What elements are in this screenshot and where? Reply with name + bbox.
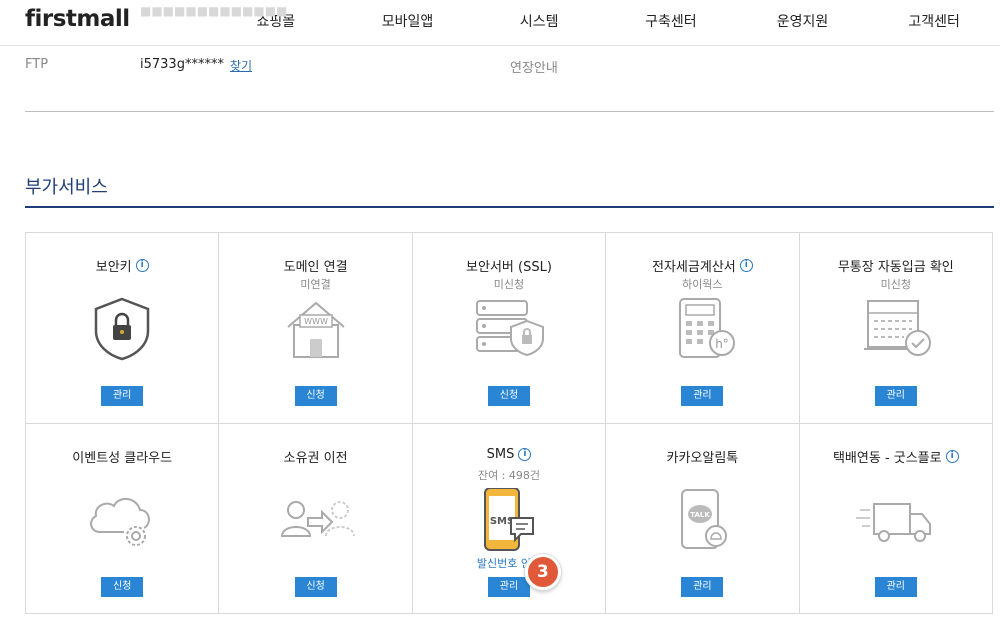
manage-button[interactable]: 관리 xyxy=(681,576,724,597)
manage-button[interactable]: 관리 xyxy=(874,576,917,597)
card-title: SMS xyxy=(486,446,515,462)
step-badge: 3 xyxy=(524,553,561,590)
svg-text:WWW: WWW xyxy=(304,317,328,326)
service-card-delivery: 택배연동 - 굿스플로 i 관리 xyxy=(799,423,993,614)
card-title: 보안키 xyxy=(95,260,132,275)
sms-phone-icon: SMS xyxy=(483,487,534,551)
manage-button[interactable]: 관리 xyxy=(101,386,144,406)
service-card-domain: 도메인 연결 미연결 WWW 신청 xyxy=(219,233,413,424)
apply-button[interactable]: 신청 xyxy=(487,386,530,406)
service-card-security-key: 보안키 i 관리 xyxy=(26,233,220,424)
nav-item-operation-support[interactable]: 운영지원 xyxy=(737,0,869,46)
card-title: 택배연동 - 굿스플로 xyxy=(832,450,942,466)
info-icon[interactable]: i xyxy=(518,447,532,461)
card-provider: 하이웍스 xyxy=(682,278,723,291)
brand-logo[interactable]: firstmall xyxy=(25,6,130,32)
calculator-icon: h° xyxy=(679,298,736,358)
card-title: 카카오알림톡 xyxy=(666,450,739,466)
ftp-find-link[interactable]: 찾기 xyxy=(230,57,252,74)
info-icon[interactable]: i xyxy=(135,259,149,272)
manage-button[interactable]: 관리 xyxy=(874,386,917,406)
sender-verify-link[interactable]: 발신번호 인증 xyxy=(413,555,605,571)
main-nav: 쇼핑몰 모바일앱 시스템 구축센터 운영지원 고객센터 xyxy=(210,0,1000,46)
card-title: 도메인 연결 xyxy=(283,260,348,275)
apply-button[interactable]: 신청 xyxy=(294,576,337,597)
ftp-value: i5733g****** xyxy=(140,57,224,72)
nav-item-customer-center[interactable]: 고객센터 xyxy=(868,0,1000,46)
card-status: 미신청 xyxy=(880,278,911,291)
manage-button[interactable]: 관리 xyxy=(487,576,530,597)
ftp-label: FTP xyxy=(25,57,49,72)
nav-item-shoppingmall[interactable]: 쇼핑몰 xyxy=(210,0,342,46)
nav-item-build-center[interactable]: 구축센터 xyxy=(605,0,737,46)
service-card-auto-deposit: 무통장 자동입금 확인 미신청 관리 xyxy=(799,233,993,424)
top-header: firstmall 쇼핑몰 모바일앱 시스템 구축센터 운영지원 고객센터 xyxy=(0,0,1000,46)
card-status: 미신청 xyxy=(493,278,525,291)
service-card-event-cloud: 이벤트성 클라우드 신청 xyxy=(26,423,220,614)
extension-label: 연장안내 xyxy=(510,61,558,76)
server-shield-icon xyxy=(475,300,544,357)
user-transfer-icon xyxy=(280,500,355,537)
service-grid: 보안키 i 관리 도메인 연결 미연결 WWW 신청 보안서버 (SSL) 미신… xyxy=(25,232,993,614)
svg-text:TALK: TALK xyxy=(691,511,711,519)
card-status: 미연결 xyxy=(300,278,331,291)
service-card-tax-invoice: 전자세금계산서 i 하이웍스 h° 관리 xyxy=(606,233,800,424)
service-card-ownership-transfer: 소유권 이전 신청 xyxy=(219,423,413,614)
apply-button[interactable]: 신청 xyxy=(294,386,337,406)
card-title: 전자세금계산서 xyxy=(652,260,736,275)
card-title: 무통장 자동입금 확인 xyxy=(837,260,954,275)
card-title: 보안서버 (SSL) xyxy=(466,260,552,275)
info-icon[interactable]: i xyxy=(945,449,959,463)
shield-lock-icon xyxy=(94,297,150,361)
apply-button[interactable]: 신청 xyxy=(101,576,144,597)
nav-item-system[interactable]: 시스템 xyxy=(473,0,605,46)
section-title: 부가서비스 xyxy=(25,177,108,198)
card-title: 소유권 이전 xyxy=(283,450,348,466)
nav-item-mobileapp[interactable]: 모바일앱 xyxy=(342,0,474,46)
sms-remaining: 잔여 : 498건 xyxy=(477,468,541,482)
card-title: 이벤트성 클라우드 xyxy=(72,450,173,466)
cloud-gear-icon xyxy=(90,497,151,546)
service-card-kakao: 카카오알림톡 TALK 관리 xyxy=(606,423,800,614)
manage-button[interactable]: 관리 xyxy=(681,386,724,406)
delivery-truck-icon xyxy=(855,502,931,542)
bankbook-check-icon xyxy=(863,300,931,356)
service-card-sms: SMS i 잔여 : 498건 SMS 발신번호 인증 관리 3 xyxy=(412,423,607,614)
service-card-ssl: 보안서버 (SSL) 미신청 신청 xyxy=(412,233,607,424)
divider xyxy=(25,111,994,112)
svg-text:h°: h° xyxy=(716,337,730,351)
www-house-icon: WWW xyxy=(286,301,345,358)
section-underline xyxy=(25,206,994,208)
kakao-talk-icon: TALK xyxy=(681,488,728,549)
info-icon[interactable]: i xyxy=(739,259,753,272)
